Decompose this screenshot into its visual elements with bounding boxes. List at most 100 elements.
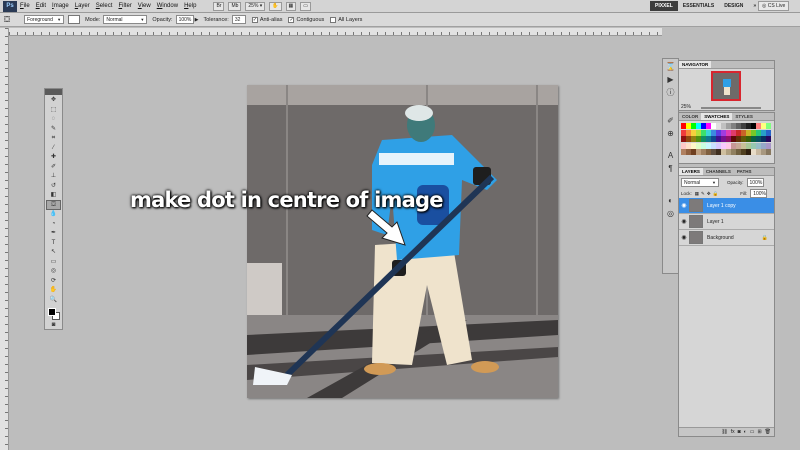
minibridge-button[interactable]: Mb	[228, 1, 242, 11]
marquee-tool-icon[interactable]: ⬚	[47, 106, 60, 115]
brush-tool-icon[interactable]: ✐	[47, 163, 60, 172]
menu-layer[interactable]: Layer	[72, 3, 93, 9]
color-swatch[interactable]	[701, 129, 706, 136]
color-swatch[interactable]	[706, 142, 711, 149]
color-swatch[interactable]	[731, 142, 736, 149]
blur-tool-icon[interactable]: 💧	[47, 210, 60, 219]
color-swatch[interactable]	[721, 142, 726, 149]
color-swatch[interactable]	[766, 142, 771, 149]
layer-opacity-input[interactable]: 100%	[746, 178, 764, 187]
menu-window[interactable]: Window	[154, 3, 181, 9]
color-picker[interactable]	[46, 307, 61, 320]
color-swatch[interactable]	[766, 136, 771, 142]
color-swatch[interactable]	[736, 136, 741, 142]
color-swatch[interactable]	[706, 123, 711, 129]
color-swatch[interactable]	[751, 129, 756, 136]
color-swatch[interactable]	[721, 123, 726, 129]
color-swatch[interactable]	[701, 149, 706, 155]
mode-select[interactable]: Normal ▼	[103, 15, 148, 24]
anti-alias-checkbox[interactable]: ✓ Anti-alias	[251, 16, 282, 23]
pattern-swatch[interactable]	[68, 15, 81, 24]
layer-row[interactable]: ◉ Layer 1	[679, 214, 774, 230]
color-swatch[interactable]	[681, 123, 686, 129]
color-swatch[interactable]	[716, 129, 721, 136]
color-swatch[interactable]	[711, 149, 716, 155]
color-swatch[interactable]	[731, 136, 736, 142]
menu-select[interactable]: Select	[93, 3, 116, 9]
adjustments-panel-icon[interactable]: ◐	[665, 196, 676, 206]
color-swatch[interactable]	[721, 149, 726, 155]
color-swatch[interactable]	[751, 142, 756, 149]
color-swatch[interactable]	[716, 149, 721, 155]
color-swatch[interactable]	[741, 136, 746, 142]
color-swatch[interactable]	[696, 149, 701, 155]
toolbox-grip[interactable]	[45, 89, 62, 95]
navigator-zoom-slider[interactable]	[701, 107, 761, 109]
color-swatch[interactable]	[721, 129, 726, 136]
quick-mask-icon[interactable]: ◙	[47, 321, 60, 330]
color-swatch[interactable]	[756, 149, 761, 155]
new-layer-icon[interactable]: ⊞	[757, 429, 761, 435]
color-swatch[interactable]	[691, 123, 696, 129]
contiguous-checkbox[interactable]: ✓ Contiguous	[288, 16, 324, 23]
character-panel-icon[interactable]: A	[665, 151, 676, 161]
color-swatch[interactable]	[736, 149, 741, 155]
eye-icon[interactable]: ◉	[679, 234, 689, 241]
color-swatch[interactable]	[696, 142, 701, 149]
color-swatch[interactable]	[761, 136, 766, 142]
tab-paths[interactable]: PATHS	[734, 168, 755, 175]
layer-style-icon[interactable]: fx	[731, 429, 735, 435]
eye-icon[interactable]: ◉	[679, 202, 689, 209]
color-swatch[interactable]	[751, 136, 756, 142]
navigator-thumbnail[interactable]	[711, 71, 741, 101]
quick-select-tool-icon[interactable]: ✎	[47, 125, 60, 134]
menu-file[interactable]: File	[17, 3, 33, 9]
layer-row[interactable]: ◉ Layer 1 copy	[679, 198, 774, 214]
color-swatch[interactable]	[736, 142, 741, 149]
clone-stamp-tool-icon[interactable]: ⊥	[47, 172, 60, 181]
color-swatch[interactable]	[746, 136, 751, 142]
eraser-tool-icon[interactable]: ◧	[47, 191, 60, 200]
color-swatch[interactable]	[701, 136, 706, 142]
info-panel-icon[interactable]: ⓘ	[665, 88, 676, 98]
3d-rotate-tool-icon[interactable]: ◎	[47, 267, 60, 276]
color-swatch[interactable]	[726, 136, 731, 142]
color-swatch[interactable]	[726, 149, 731, 155]
3d-orbit-tool-icon[interactable]: ⟳	[47, 277, 60, 286]
color-swatch[interactable]	[741, 149, 746, 155]
color-swatch[interactable]	[696, 123, 701, 129]
actions-panel-icon[interactable]: ▶	[665, 75, 676, 85]
foreground-color-swatch[interactable]	[48, 308, 56, 316]
color-swatch[interactable]	[741, 129, 746, 136]
add-mask-icon[interactable]: ◙	[738, 429, 741, 435]
tab-styles[interactable]: STYLES	[732, 113, 756, 120]
color-swatch[interactable]	[706, 136, 711, 142]
brush-panel-icon[interactable]: ✐	[665, 116, 676, 126]
color-swatch[interactable]	[751, 149, 756, 155]
zoom-level-select[interactable]: 25% ▾	[245, 1, 266, 11]
eyedropper-tool-icon[interactable]: ⁄	[47, 144, 60, 153]
arrange-documents-button[interactable]: ▦	[285, 1, 297, 11]
color-swatch[interactable]	[696, 129, 701, 136]
tab-color[interactable]: COLOR	[679, 113, 701, 120]
new-group-icon[interactable]: ▭	[750, 429, 755, 435]
color-swatch[interactable]	[691, 129, 696, 136]
zoom-tool-icon[interactable]: 🔍	[47, 296, 60, 305]
menu-help[interactable]: Help	[181, 3, 199, 9]
hand-tool-button[interactable]: ✋	[269, 1, 282, 11]
document-canvas[interactable]	[247, 85, 558, 398]
color-swatch[interactable]	[726, 142, 731, 149]
fill-source-select[interactable]: Foreground ▼	[24, 15, 65, 24]
color-swatch[interactable]	[741, 123, 746, 129]
color-swatch[interactable]	[716, 136, 721, 142]
tab-layers[interactable]: LAYERS	[679, 168, 703, 175]
color-swatch[interactable]	[686, 142, 691, 149]
move-tool-icon[interactable]: ✥	[47, 96, 60, 105]
color-swatch[interactable]	[716, 123, 721, 129]
color-swatch[interactable]	[736, 129, 741, 136]
color-swatch[interactable]	[696, 136, 701, 142]
menu-image[interactable]: Image	[49, 3, 72, 9]
layer-row[interactable]: ◉ Background 🔒	[679, 230, 774, 246]
color-swatch[interactable]	[746, 142, 751, 149]
healing-brush-tool-icon[interactable]: ✚	[47, 153, 60, 162]
